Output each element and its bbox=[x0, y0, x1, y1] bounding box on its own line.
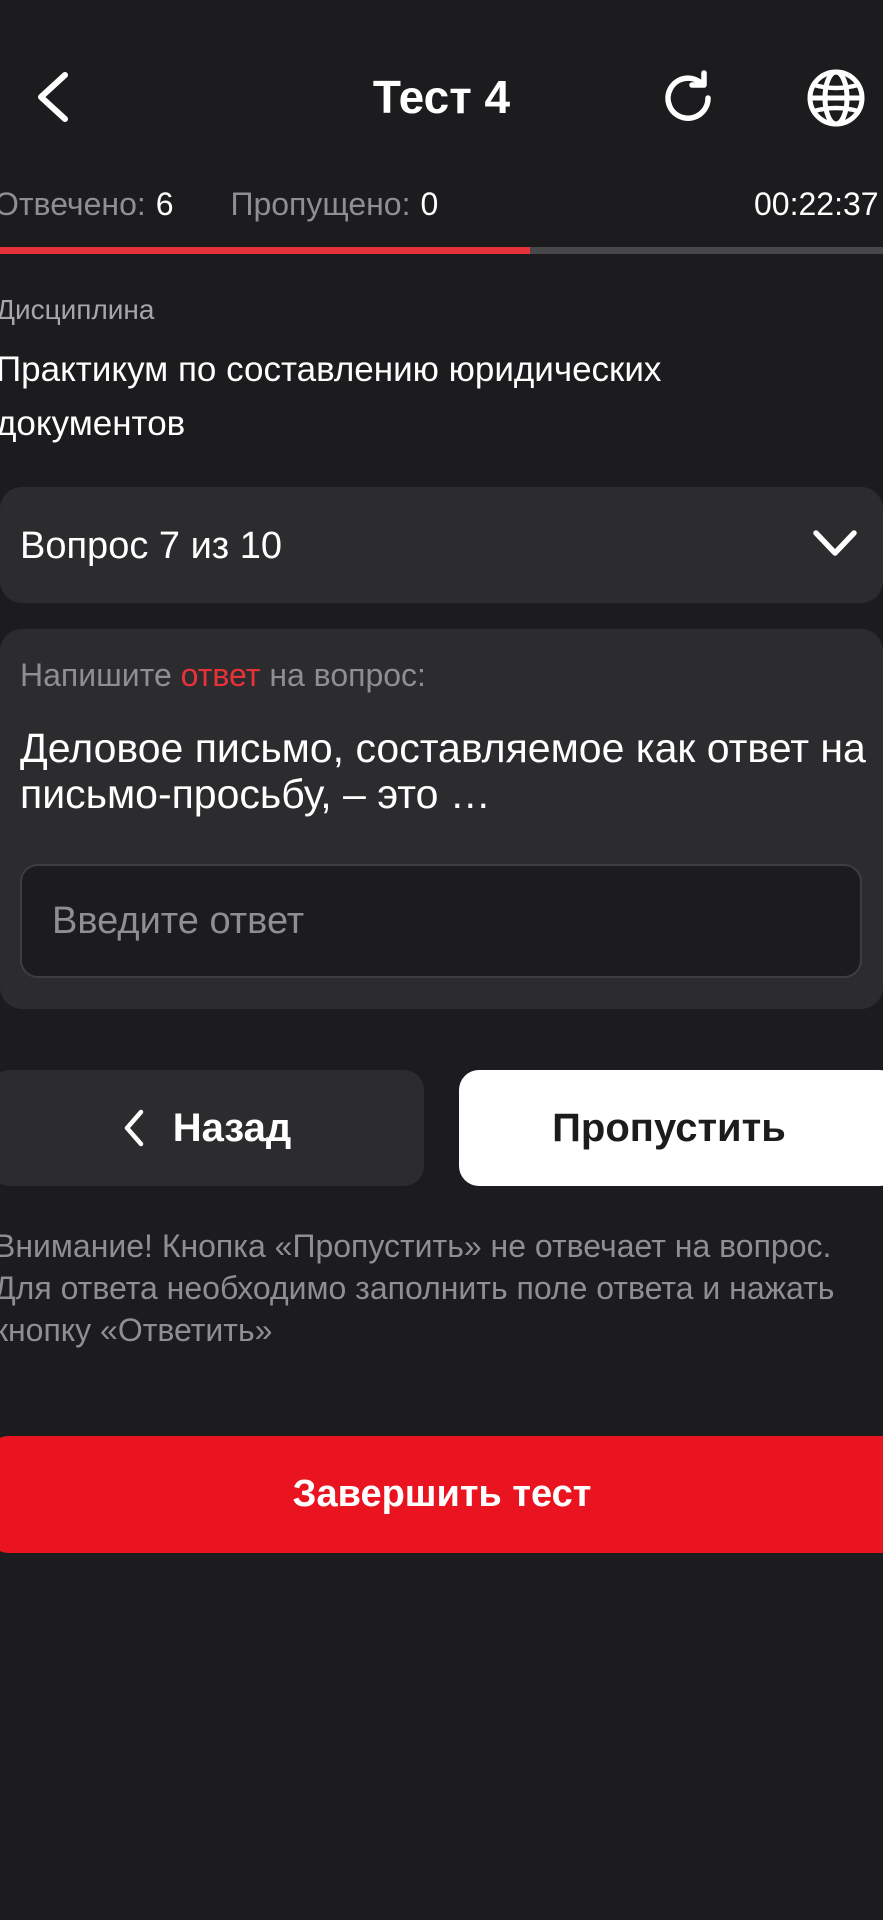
skipped-label: Пропущено: bbox=[230, 186, 411, 222]
progress-bar bbox=[0, 247, 883, 254]
skipped-stat: Пропущено: 0 bbox=[230, 186, 438, 223]
globe-icon bbox=[807, 69, 865, 127]
language-button[interactable] bbox=[800, 62, 872, 134]
timer: 00:22:37 bbox=[754, 186, 879, 222]
prompt-highlight: ответ bbox=[180, 657, 261, 693]
chevron-down-icon bbox=[813, 530, 857, 556]
answer-stats: Отвечено: 6 Пропущено: 0 bbox=[0, 186, 438, 223]
refresh-icon bbox=[665, 70, 711, 121]
progress-fill bbox=[0, 247, 530, 254]
question-text: Деловое письмо, составляемое как ответ н… bbox=[20, 725, 866, 817]
test-screen: Тест 4 Отвечено:6 Пропущено:0 00:22:37 bbox=[0, 0, 883, 1920]
finish-button-label: Завершить тест bbox=[292, 1473, 592, 1515]
refresh-button[interactable] bbox=[652, 62, 724, 134]
skip-button-label: Пропустить bbox=[552, 1105, 786, 1150]
question-number-label: Вопрос 7 из 10 bbox=[20, 525, 283, 567]
discipline-label: Дисциплина bbox=[0, 294, 155, 325]
answered-label: Отвечено: bbox=[0, 186, 146, 222]
answered-stat: Отвечено: 6 bbox=[0, 186, 174, 223]
chevron-left-icon bbox=[123, 1109, 145, 1147]
finish-test-button[interactable]: Завершить тест bbox=[0, 1436, 883, 1553]
answered-count: 6 bbox=[155, 186, 174, 222]
answer-input[interactable] bbox=[20, 864, 862, 978]
skipped-count: 0 bbox=[420, 186, 439, 222]
skip-button[interactable]: Пропустить bbox=[459, 1070, 883, 1186]
question-selector[interactable]: Вопрос 7 из 10 bbox=[0, 487, 883, 603]
back-button-label: Назад bbox=[172, 1105, 292, 1150]
question-card: Напишите ответ на вопрос: Деловое письмо… bbox=[0, 629, 883, 1009]
page-title: Тест 4 bbox=[372, 71, 511, 123]
prompt-text-start: Напишите bbox=[20, 657, 181, 693]
header: Тест 4 bbox=[0, 0, 883, 195]
skip-notice: Внимание! Кнопка «Пропустить» не отвечае… bbox=[0, 1228, 835, 1348]
question-prompt: Напишите ответ на вопрос: bbox=[20, 657, 426, 694]
discipline-name: Практикум по составлению юридических док… bbox=[0, 350, 662, 443]
back-button[interactable]: Назад bbox=[0, 1070, 424, 1186]
prompt-text-end: на вопрос: bbox=[260, 657, 426, 693]
